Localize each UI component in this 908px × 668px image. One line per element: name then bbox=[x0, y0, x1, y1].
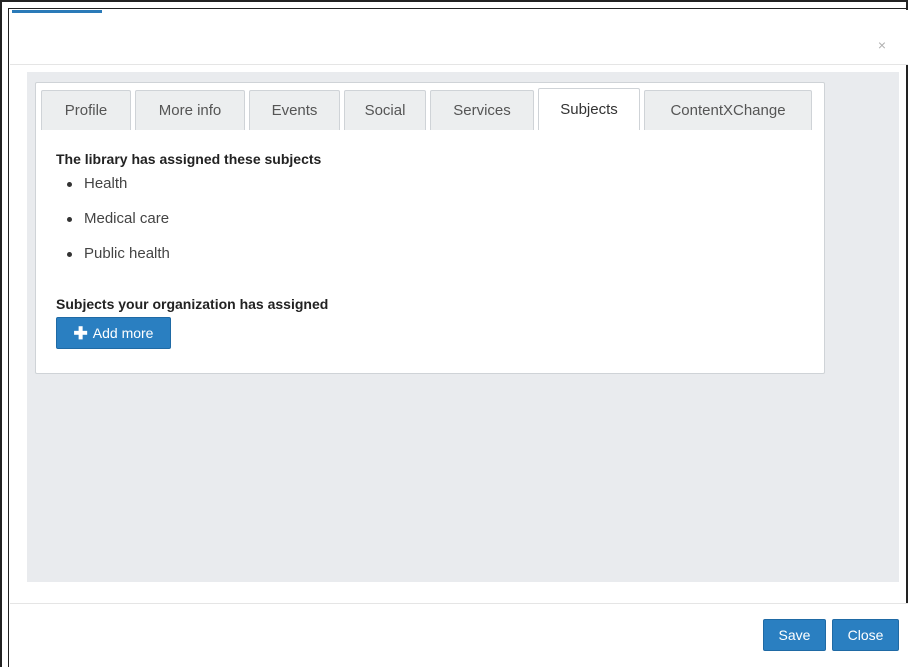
subject-label: Medical care bbox=[84, 210, 170, 227]
save-button[interactable]: Save bbox=[763, 619, 826, 651]
subjects-content: The library has assigned these subjects … bbox=[56, 151, 321, 280]
org-subjects-heading: Subjects your organization has assigned bbox=[56, 296, 329, 312]
bullet-icon bbox=[67, 252, 72, 257]
add-more-button[interactable]: ✚ Add more bbox=[56, 317, 171, 349]
tab-contentxchange[interactable]: ContentXChange bbox=[644, 90, 812, 130]
close-button[interactable]: Close bbox=[832, 619, 899, 651]
list-item: Health bbox=[67, 175, 321, 210]
library-subjects-list: Health Medical care Public health bbox=[56, 175, 321, 280]
subject-label: Public health bbox=[84, 245, 170, 262]
top-accent-bar bbox=[12, 10, 102, 13]
close-icon[interactable]: × bbox=[878, 38, 886, 52]
plus-icon: ✚ bbox=[73, 323, 88, 343]
bullet-icon bbox=[67, 182, 72, 187]
tab-social[interactable]: Social bbox=[344, 90, 426, 130]
library-subjects-heading: The library has assigned these subjects bbox=[56, 151, 322, 167]
tab-panel: Profile More info Events Social Services… bbox=[35, 82, 825, 374]
tab-services[interactable]: Services bbox=[430, 90, 534, 130]
tab-events[interactable]: Events bbox=[249, 90, 340, 130]
add-more-label: Add more bbox=[92, 325, 154, 341]
list-item: Public health bbox=[67, 245, 321, 280]
tab-profile[interactable]: Profile bbox=[41, 90, 131, 130]
bullet-icon bbox=[67, 217, 72, 222]
tab-bar: Profile More info Events Social Services… bbox=[41, 88, 816, 130]
list-item: Medical care bbox=[67, 210, 321, 245]
subject-label: Health bbox=[84, 175, 128, 192]
tab-subjects[interactable]: Subjects bbox=[538, 88, 640, 130]
tab-more-info[interactable]: More info bbox=[135, 90, 245, 130]
dialog-header: × bbox=[10, 10, 908, 65]
